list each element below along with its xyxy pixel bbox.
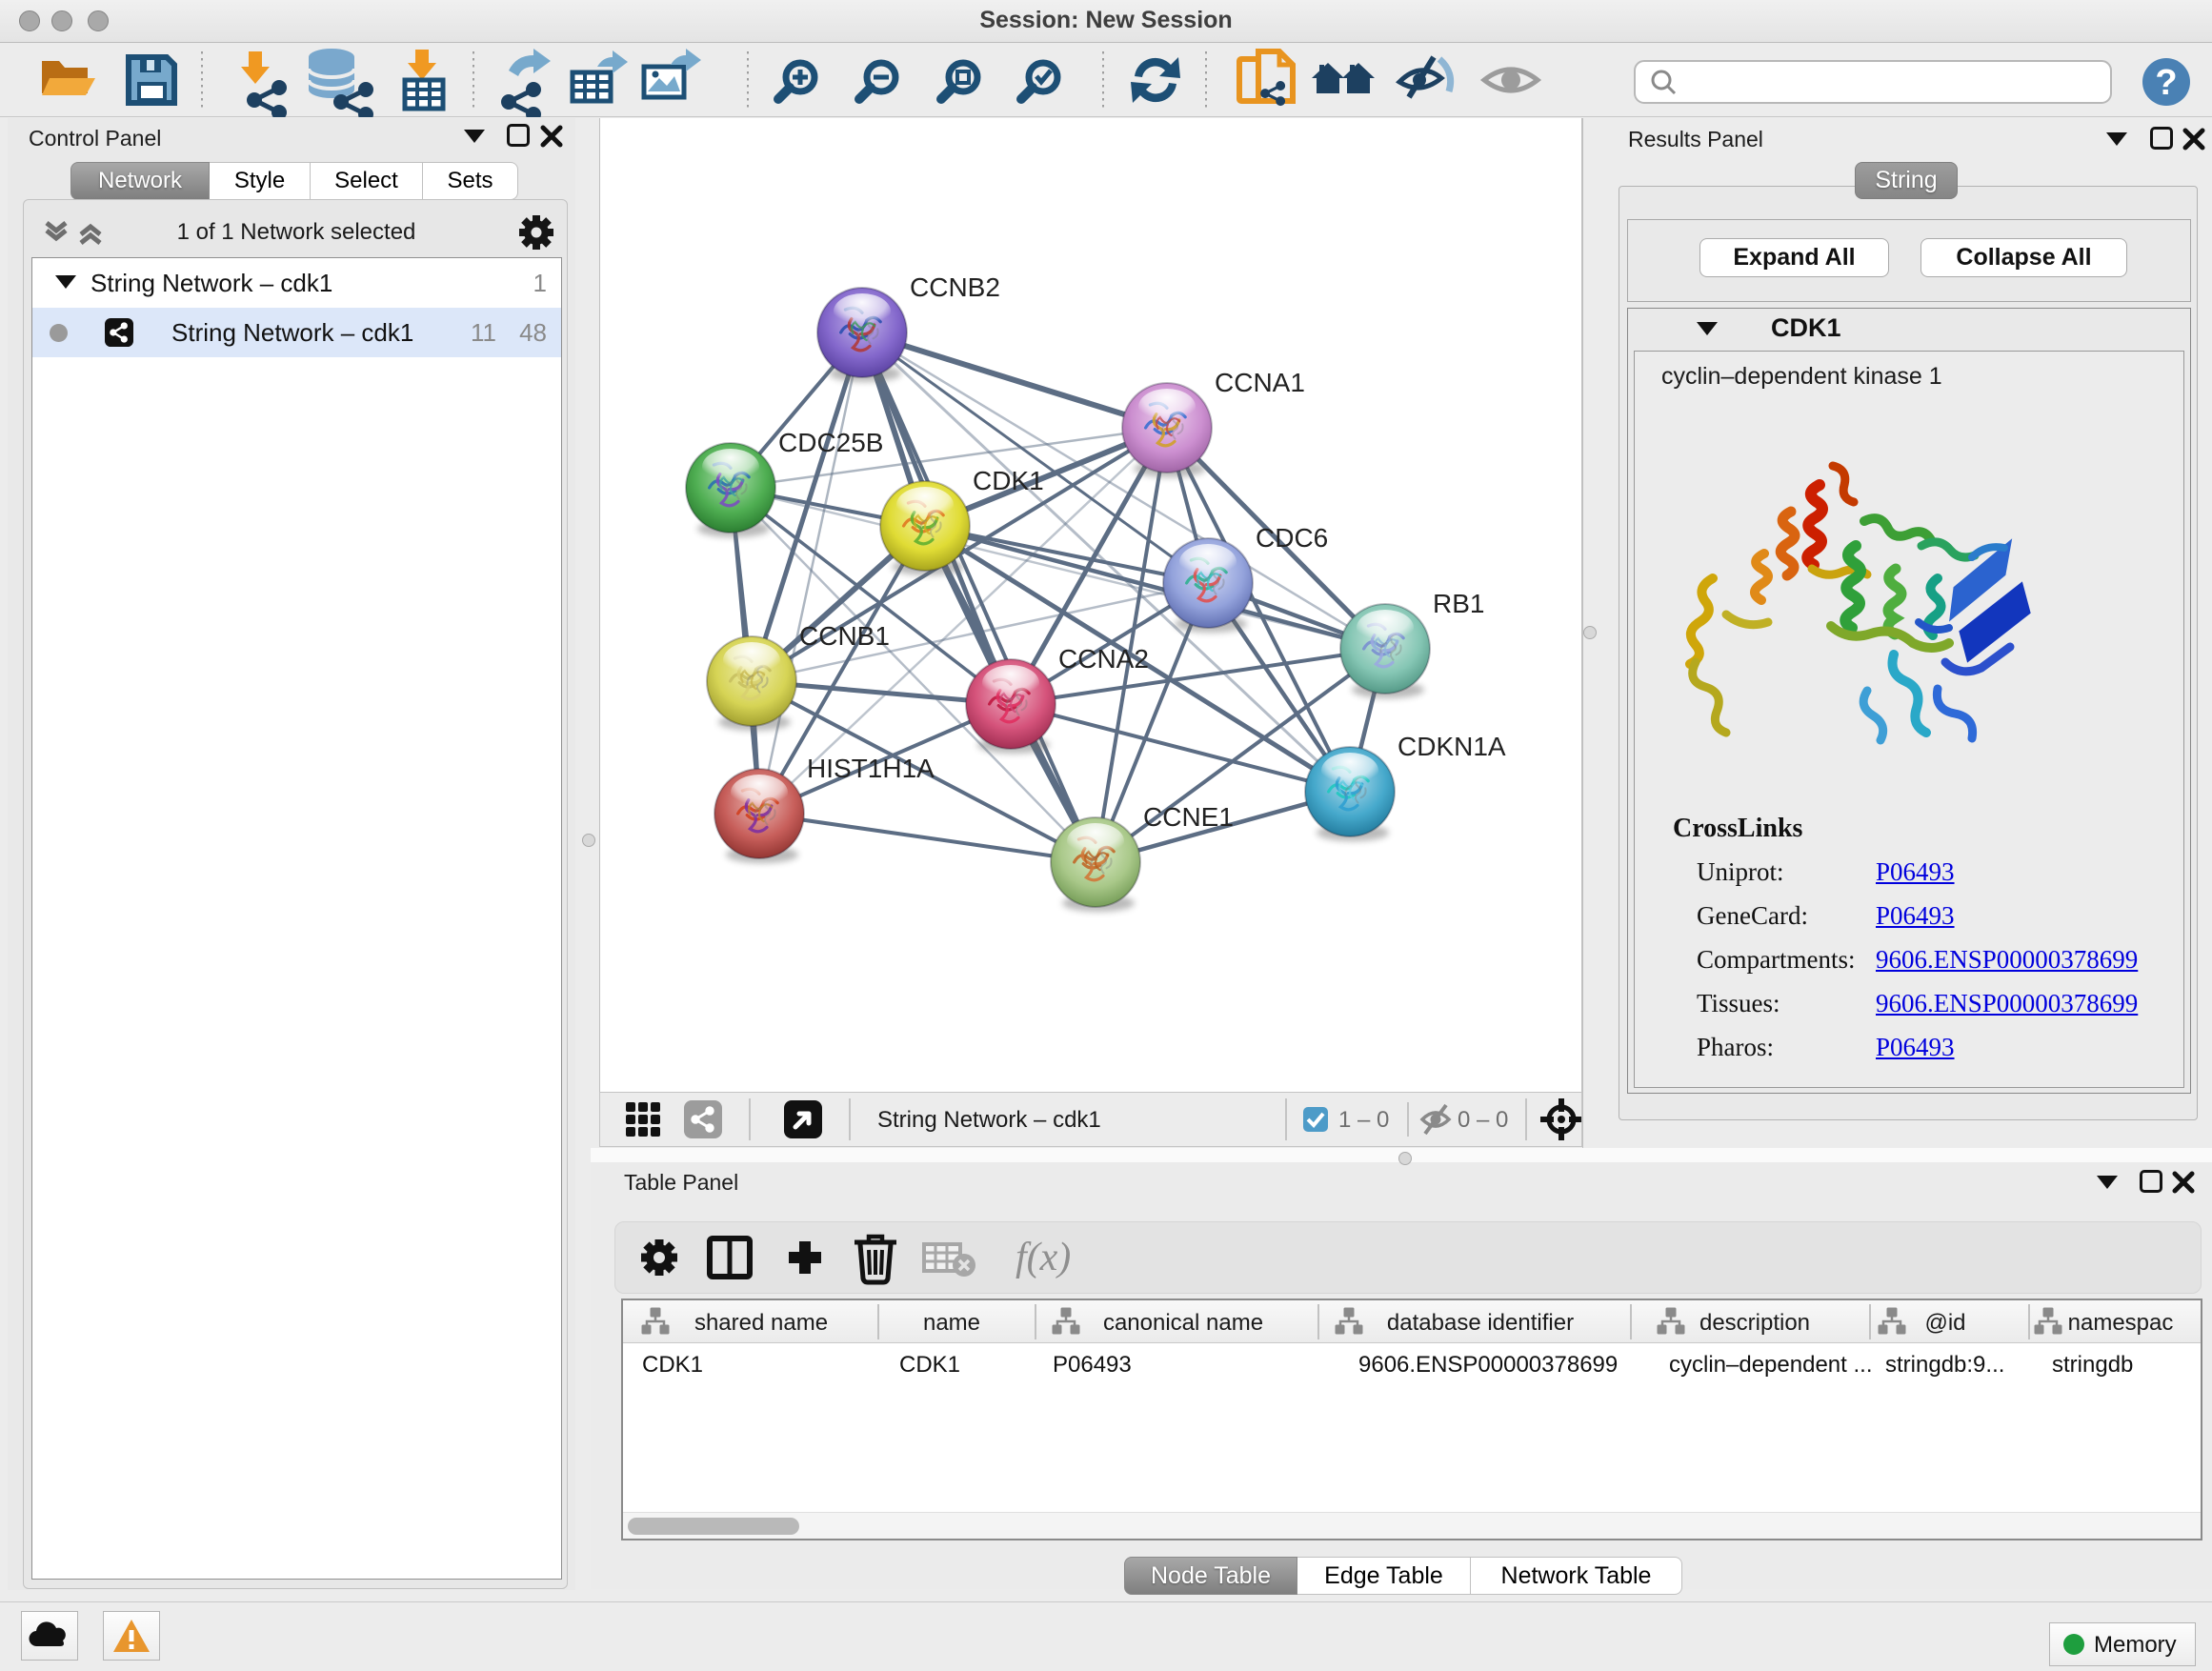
svg-text:description: description: [1699, 1310, 1810, 1336]
svg-text:namespac: namespac: [2068, 1310, 2174, 1336]
svg-text:CDK1: CDK1: [973, 466, 1044, 495]
svg-text:HIST1H1A: HIST1H1A: [807, 754, 935, 783]
svg-text:0 – 0: 0 – 0: [1458, 1107, 1508, 1133]
svg-text:CDC25B: CDC25B: [778, 428, 883, 457]
svg-text:name: name: [923, 1310, 980, 1336]
svg-text:1 – 0: 1 – 0: [1338, 1107, 1389, 1133]
svg-text:CCNB1: CCNB1: [799, 621, 890, 651]
svg-text:CDC6: CDC6: [1256, 523, 1328, 553]
svg-text:CDKN1A: CDKN1A: [1398, 732, 1506, 761]
svg-text:database identifier: database identifier: [1387, 1310, 1574, 1336]
svg-text:f(x): f(x): [1016, 1236, 1071, 1279]
svg-text:?: ?: [2155, 63, 2177, 103]
svg-text:@id: @id: [1924, 1310, 1965, 1336]
svg-text:CCNE1: CCNE1: [1143, 802, 1234, 832]
svg-text:CCNA1: CCNA1: [1215, 368, 1305, 397]
svg-text:RB1: RB1: [1433, 589, 1484, 618]
svg-text:canonical name: canonical name: [1103, 1310, 1263, 1336]
svg-text:CCNA2: CCNA2: [1058, 644, 1149, 674]
svg-text:shared name: shared name: [694, 1310, 828, 1336]
svg-text:String Network – cdk1: String Network – cdk1: [877, 1107, 1101, 1133]
svg-text:CCNB2: CCNB2: [910, 272, 1000, 302]
